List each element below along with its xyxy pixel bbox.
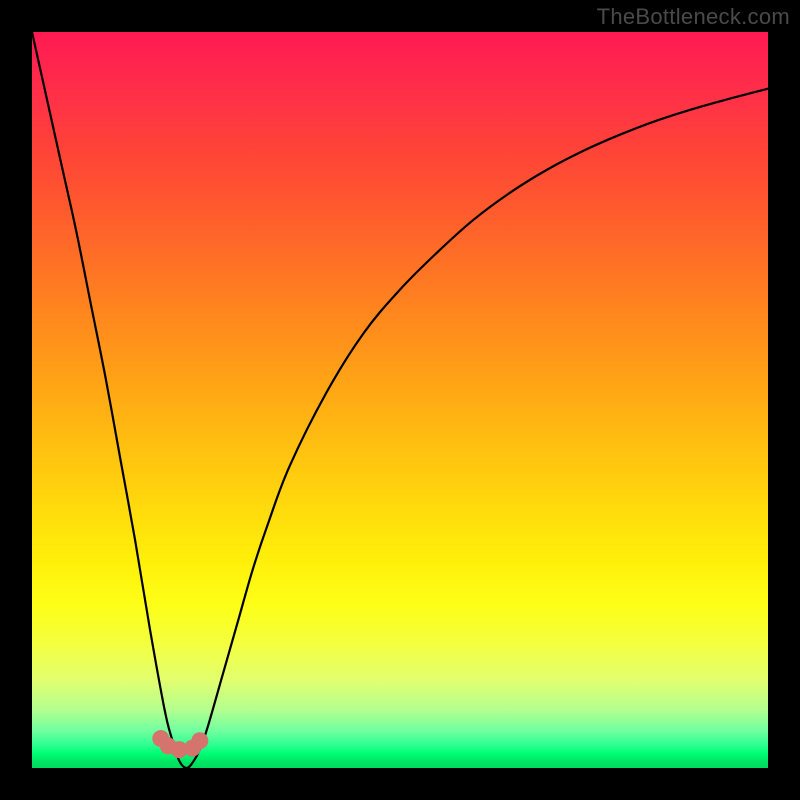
watermark-text: TheBottleneck.com <box>597 4 790 30</box>
bottleneck-curve <box>32 32 768 768</box>
curve-svg <box>32 32 768 768</box>
chart-frame: TheBottleneck.com <box>0 0 800 800</box>
valley-dot <box>191 732 208 749</box>
plot-area <box>32 32 768 768</box>
valley-dots <box>152 730 208 758</box>
